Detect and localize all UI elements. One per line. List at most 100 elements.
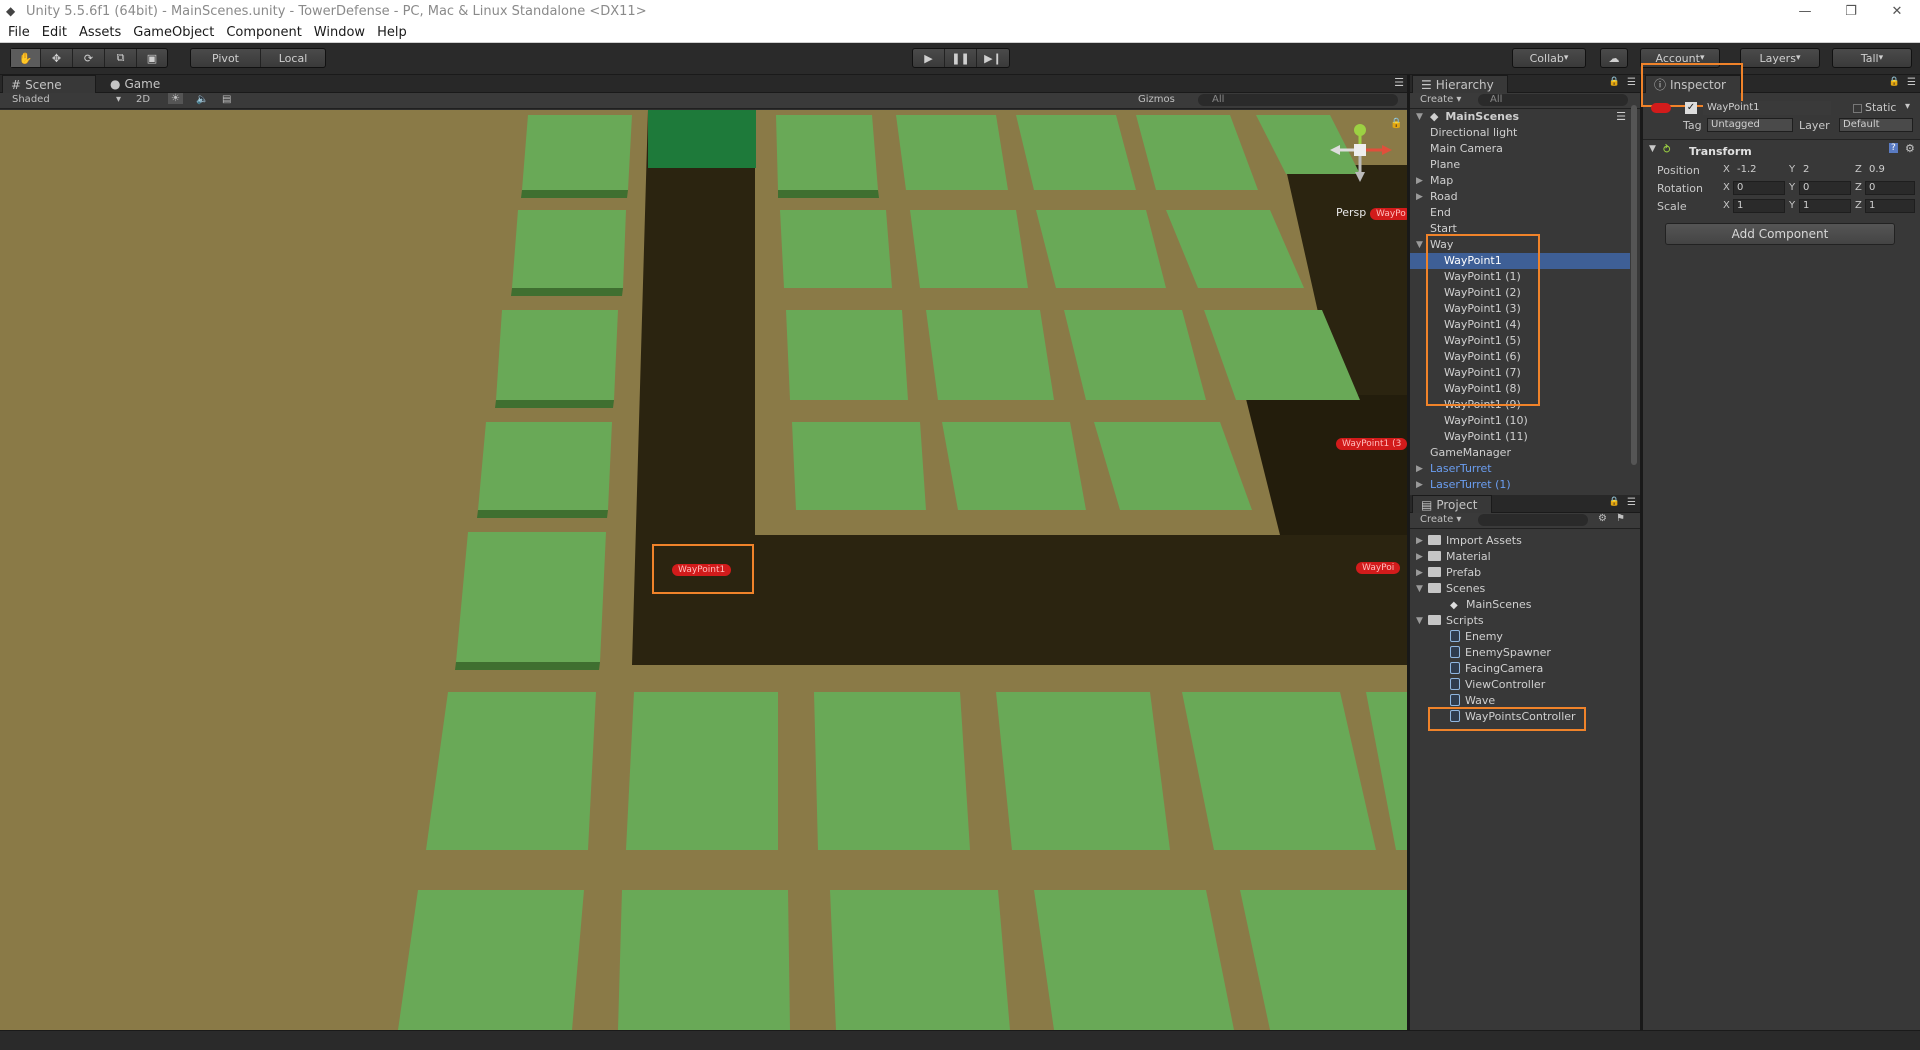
menu-edit[interactable]: Edit: [42, 25, 67, 40]
hierarchy-menu-icon[interactable]: ☰: [1627, 77, 1636, 88]
scene-options-icon[interactable]: ☰: [1616, 109, 1626, 125]
hierarchy-item[interactable]: ▶ LaserTurret (1): [1410, 477, 1630, 493]
hand-tool-icon[interactable]: ✋: [11, 49, 41, 67]
scene-search-field[interactable]: All: [1198, 94, 1398, 106]
move-tool-icon[interactable]: ✥: [41, 49, 73, 67]
hierarchy-item[interactable]: GameManager: [1410, 445, 1630, 461]
position-y-field[interactable]: 2: [1799, 163, 1851, 177]
project-item[interactable]: ▶ Import Assets: [1410, 533, 1640, 549]
scene-view[interactable]: Persp 🔒 WayPoint1 WayPoint1 (3 WayPoi Wa…: [0, 110, 1410, 1030]
collapsed-arrow-icon[interactable]: ▶: [1416, 477, 1423, 493]
rotation-y-field[interactable]: 0: [1799, 181, 1851, 195]
project-item[interactable]: EnemySpawner: [1410, 645, 1640, 661]
expanded-arrow-icon[interactable]: ▼: [1416, 237, 1423, 253]
filter-label-icon[interactable]: ⚑: [1616, 513, 1625, 524]
menu-component[interactable]: Component: [226, 25, 301, 40]
transform-foldout-icon[interactable]: ▼: [1649, 144, 1656, 154]
active-checkbox[interactable]: ✓: [1685, 102, 1697, 114]
project-item[interactable]: ▼ Scenes: [1410, 581, 1640, 597]
position-z-field[interactable]: 0.9: [1865, 163, 1915, 177]
hierarchy-search-field[interactable]: All: [1478, 94, 1628, 106]
hierarchy-item[interactable]: Main Camera: [1410, 141, 1630, 157]
static-dropdown-icon[interactable]: ▾: [1905, 101, 1910, 112]
expanded-arrow-icon[interactable]: ▼: [1416, 581, 1423, 597]
menu-assets[interactable]: Assets: [79, 25, 121, 40]
lighting-toggle-icon[interactable]: ☀: [168, 93, 183, 104]
project-menu-icon[interactable]: ☰: [1627, 497, 1636, 508]
layer-dropdown[interactable]: Default: [1839, 118, 1913, 132]
component-settings-icon[interactable]: ⚙: [1905, 142, 1915, 155]
position-x-field[interactable]: -1.2: [1733, 163, 1785, 177]
collab-dropdown[interactable]: Collab: [1512, 48, 1586, 68]
project-item[interactable]: ▼ Scripts: [1410, 613, 1640, 629]
waypoint-label-right[interactable]: WayPoint1 (3: [1336, 438, 1408, 450]
rotation-z-field[interactable]: 0: [1865, 181, 1915, 195]
local-button[interactable]: Local: [261, 49, 325, 67]
collapsed-arrow-icon[interactable]: ▶: [1416, 533, 1423, 549]
menu-help[interactable]: Help: [377, 25, 407, 40]
menu-gameobject[interactable]: GameObject: [133, 25, 214, 40]
menu-window[interactable]: Window: [314, 25, 365, 40]
hierarchy-scene-root[interactable]: ▼ ◆ MainScenes ☰: [1410, 109, 1630, 125]
play-icon[interactable]: ▶: [913, 49, 945, 67]
scale-x-field[interactable]: 1: [1733, 199, 1785, 213]
collapsed-arrow-icon[interactable]: ▶: [1416, 173, 1423, 189]
tab-project[interactable]: ▤ Project: [1412, 495, 1492, 513]
inspector-lock-icon[interactable]: 🔒: [1889, 77, 1900, 87]
gameobject-icon[interactable]: [1651, 103, 1671, 113]
add-component-button[interactable]: Add Component: [1665, 223, 1895, 245]
hierarchy-item[interactable]: ▶ Map: [1410, 173, 1630, 189]
hierarchy-scrollbar[interactable]: [1631, 105, 1637, 465]
project-item[interactable]: ViewController: [1410, 677, 1640, 693]
help-icon[interactable]: ?: [1889, 143, 1898, 153]
static-checkbox[interactable]: [1853, 104, 1862, 113]
audio-toggle-icon[interactable]: 🔈: [196, 94, 208, 105]
hierarchy-item[interactable]: WayPoint1 (10): [1410, 413, 1630, 429]
project-item[interactable]: ◆ MainScenes: [1410, 597, 1640, 613]
waypoint-label-edge[interactable]: WayPoi: [1356, 562, 1401, 574]
collapsed-arrow-icon[interactable]: ▶: [1416, 461, 1423, 477]
project-item[interactable]: ▶ Material: [1410, 549, 1640, 565]
rotate-tool-icon[interactable]: ⟳: [73, 49, 105, 67]
expanded-arrow-icon[interactable]: ▼: [1416, 613, 1423, 629]
scale-y-field[interactable]: 1: [1799, 199, 1851, 213]
project-search-field[interactable]: [1478, 514, 1588, 526]
tab-scene[interactable]: # Scene: [2, 75, 96, 93]
menu-file[interactable]: File: [8, 25, 30, 40]
transform-title[interactable]: Transform: [1689, 145, 1752, 158]
collapsed-arrow-icon[interactable]: ▶: [1416, 549, 1423, 565]
close-icon[interactable]: ✕: [1874, 0, 1920, 22]
hierarchy-lock-icon[interactable]: 🔒: [1609, 77, 1620, 87]
rect-tool-icon[interactable]: ▣: [137, 49, 167, 67]
project-item[interactable]: FacingCamera: [1410, 661, 1640, 677]
project-item[interactable]: ▶ Prefab: [1410, 565, 1640, 581]
pause-icon[interactable]: ❚❚: [945, 49, 977, 67]
project-lock-icon[interactable]: 🔒: [1609, 497, 1620, 507]
hierarchy-item[interactable]: Directional light: [1410, 125, 1630, 141]
scale-z-field[interactable]: 1: [1865, 199, 1915, 213]
scene-expand-icon[interactable]: ▼: [1416, 109, 1423, 125]
step-icon[interactable]: ▶❙: [977, 49, 1009, 67]
2d-toggle[interactable]: 2D: [136, 94, 150, 105]
cloud-button[interactable]: ☁: [1600, 48, 1628, 68]
effects-toggle-icon[interactable]: ▤: [222, 94, 231, 105]
tag-dropdown[interactable]: Untagged: [1707, 118, 1793, 132]
scale-tool-icon[interactable]: ⧉: [105, 49, 137, 67]
shading-dropdown[interactable]: Shaded: [12, 94, 50, 105]
minimize-icon[interactable]: —: [1782, 0, 1828, 22]
panel-menu-icon[interactable]: ☰: [1394, 76, 1404, 89]
tab-game[interactable]: ● Game: [102, 75, 182, 93]
layout-dropdown[interactable]: Tall: [1832, 48, 1912, 68]
persp-label[interactable]: Persp: [1336, 206, 1366, 219]
collapsed-arrow-icon[interactable]: ▶: [1416, 565, 1423, 581]
restore-icon[interactable]: ❐: [1828, 0, 1874, 22]
hierarchy-item[interactable]: End: [1410, 205, 1630, 221]
hierarchy-item[interactable]: WayPoint1 (11): [1410, 429, 1630, 445]
scene-lock-icon[interactable]: 🔒: [1390, 118, 1402, 129]
object-name-field[interactable]: WayPoint1: [1703, 101, 1831, 115]
layers-dropdown[interactable]: Layers: [1740, 48, 1820, 68]
collapsed-arrow-icon[interactable]: ▶: [1416, 189, 1423, 205]
gizmos-dropdown[interactable]: Gizmos: [1138, 94, 1175, 105]
pivot-button[interactable]: Pivot: [191, 49, 261, 67]
filter-type-icon[interactable]: ⚙: [1598, 513, 1607, 524]
